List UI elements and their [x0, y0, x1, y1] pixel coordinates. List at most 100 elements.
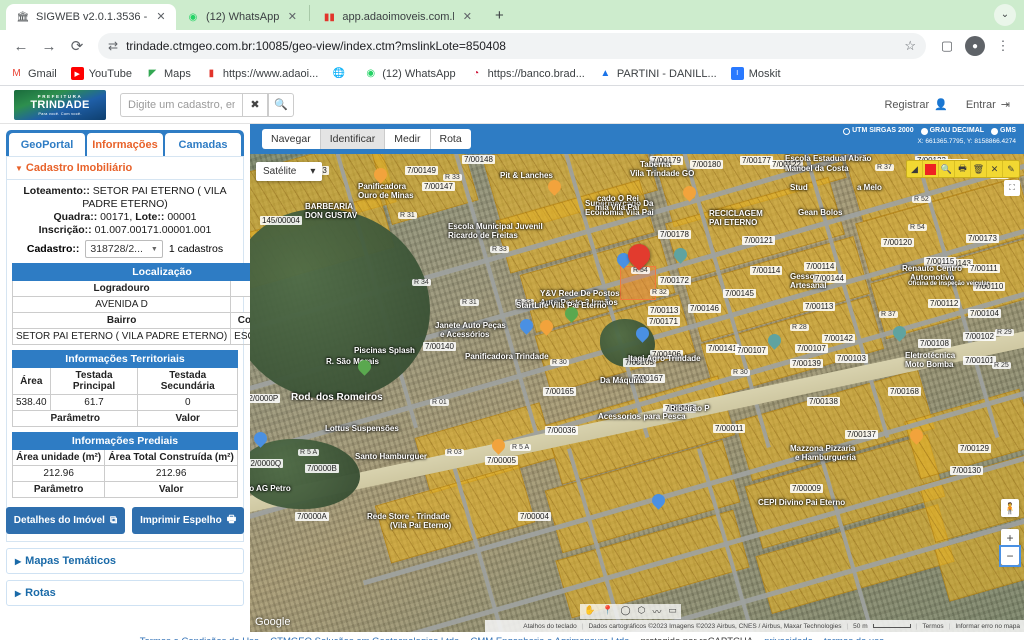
print-icon[interactable]: 🖶	[955, 161, 971, 177]
browser-tab-0[interactable]: 🏛 SIGWEB v2.0.1.3536 - Munic ✕	[6, 4, 176, 30]
poi-label: Y&V Rede De Postos	[540, 289, 620, 298]
polyline-icon[interactable]: 〰	[652, 605, 661, 618]
trash-icon[interactable]: 🗑	[971, 161, 987, 177]
profile-avatar[interactable]: ●	[962, 33, 988, 59]
poi-label: Rod. dos Romeiros	[291, 392, 383, 403]
poi-label: Ouro de Minas	[358, 191, 414, 200]
accordion-cadastro-imobiliario[interactable]: ▼ Cadastro Imobiliário	[6, 156, 244, 180]
cell-complemento: ESQ. C/ RUA 32	[230, 328, 250, 345]
marker-icon[interactable]: 📍	[602, 605, 613, 618]
detalhes-do-imovel-button[interactable]: Detalhes do Imóvel ⧉	[5, 507, 126, 534]
tool-navegar[interactable]: Navegar	[262, 129, 321, 149]
fullscreen-icon[interactable]: ⛶	[1004, 180, 1020, 196]
address-bar[interactable]: ⇄ trindade.ctmgeo.com.br:10085/geo-view/…	[98, 33, 926, 59]
col-numero: Nº	[230, 280, 250, 297]
zoom-icon[interactable]: 🔍	[939, 161, 955, 177]
radio-gms[interactable]: GMS	[991, 126, 1016, 136]
section-header: Informações Prediais	[12, 432, 238, 450]
button-label: Imprimir Espelho	[140, 515, 222, 526]
search-icon[interactable]: 🔍	[268, 92, 294, 117]
street-view-icon[interactable]: 🧍	[1001, 499, 1019, 517]
bookmark-partini[interactable]: ▲ PARTINI - DANILL...	[599, 67, 716, 80]
quadra-label: Quadra::	[53, 211, 98, 223]
parcel-label: 7/00102	[963, 332, 996, 341]
close-icon[interactable]: ✕	[285, 10, 299, 24]
tab-geoportal[interactable]: GeoPortal	[9, 133, 85, 156]
map-canvas[interactable]: 145/00003 145/00004 7/00148 7/00147 7/00…	[250, 154, 1024, 632]
polygon-icon[interactable]: ⬡	[638, 605, 646, 618]
tool-identificar[interactable]: Identificar	[320, 129, 386, 149]
new-tab-button[interactable]: +	[488, 5, 510, 27]
zoom-in-button[interactable]: +	[1001, 529, 1019, 547]
search-input[interactable]	[120, 92, 242, 117]
reload-icon[interactable]: ⟳	[64, 33, 90, 59]
parcel-label: 7/00005	[485, 456, 518, 465]
terms-link[interactable]: Termos	[922, 623, 943, 630]
bookmark-gmail[interactable]: M Gmail	[10, 67, 56, 80]
close-icon[interactable]: ✕	[987, 161, 1003, 177]
bookmark-label: https://banco.brad...	[487, 67, 585, 80]
bookmark-label: YouTube	[88, 67, 132, 80]
chevron-down-icon[interactable]: ⌄	[994, 4, 1016, 26]
tab-camadas[interactable]: Camadas	[165, 133, 241, 156]
radio-utm-sirgas[interactable]: UTM SIRGAS 2000	[843, 126, 914, 136]
back-icon[interactable]: ←	[8, 33, 34, 59]
footer-terms-link[interactable]: Termos e Condições de Uso	[140, 636, 259, 640]
cadastro-select[interactable]: 318728/2... ▼	[85, 240, 163, 258]
bookmark-adao[interactable]: ▮ https://www.adaoi...	[205, 67, 319, 80]
selected-location-marker[interactable]	[623, 239, 655, 271]
tool-rota[interactable]: Rota	[431, 129, 471, 149]
footer-cmm-link[interactable]: CMM Engenharia e Agrimensura Ltda	[471, 636, 630, 640]
bookmark-star-icon[interactable]: ☆	[904, 38, 916, 54]
draw-icon[interactable]: ✎	[1003, 161, 1019, 177]
chrome-menu-icon[interactable]: ⋮	[990, 33, 1016, 59]
footer-tos-link[interactable]: termos de uso	[824, 636, 884, 640]
col-area: Área	[12, 367, 51, 395]
bookmark-bradesco[interactable]: ◔ https://banco.brad...	[470, 67, 585, 80]
close-icon[interactable]: ✕	[460, 10, 474, 24]
color-swatch-icon[interactable]	[923, 161, 939, 177]
basemap-selector[interactable]: Satélite ▾	[256, 162, 323, 181]
cell-area: 538.40	[12, 394, 51, 411]
accordion-mapas-tematicos[interactable]: ▶ Mapas Temáticos	[6, 548, 244, 574]
login-link[interactable]: Entrar ⇥	[966, 98, 1010, 112]
imprimir-espelho-button[interactable]: Imprimir Espelho 🖶	[132, 507, 245, 534]
accordion-rotas[interactable]: ▶ Rotas	[6, 580, 244, 606]
report-error-link[interactable]: Informar erro no mapa	[955, 623, 1020, 630]
poi-label: Da Máquina	[600, 376, 645, 385]
printer-icon: 🖶	[226, 514, 237, 525]
sidepanel-icon[interactable]: ▢	[934, 33, 960, 59]
bookmark-maps[interactable]: ◤ Maps	[146, 67, 191, 80]
bookmark-whatsapp[interactable]: ◉ (12) WhatsApp	[364, 67, 455, 80]
bookmark-moskit[interactable]: I Moskit	[730, 67, 781, 80]
tune-icon[interactable]: ⇄	[108, 39, 118, 53]
footer-ctmgeo-link[interactable]: CTMGEO Soluções em Geotecnologias Ltda	[270, 636, 459, 640]
cell-testada-principal: 61.7	[49, 394, 139, 411]
prefeitura-trindade-logo[interactable]: PREFEITURA TRINDADE Para você. Com você.	[14, 89, 106, 120]
street-shield: R 32	[650, 289, 669, 296]
bookmark-globe[interactable]: 🌐	[332, 67, 350, 80]
pan-icon[interactable]: ✋	[584, 605, 595, 618]
forward-icon[interactable]: →	[36, 33, 62, 59]
parcel-label: 7/00103	[835, 354, 868, 363]
tool-medir[interactable]: Medir	[385, 129, 431, 149]
circle-icon[interactable]: ◯	[620, 605, 630, 618]
bookmark-youtube[interactable]: ▶ YouTube	[70, 67, 132, 80]
whatsapp-icon: ◉	[366, 68, 376, 79]
footer-privacy-link[interactable]: privacidade	[764, 636, 813, 640]
register-link[interactable]: Registrar 👤	[884, 98, 947, 112]
street-shield: R 34	[412, 279, 431, 286]
parcel-label: 7/00146	[688, 304, 721, 313]
close-icon[interactable]: ✕	[154, 10, 168, 24]
rectangle-icon[interactable]: ▭	[668, 605, 677, 618]
action-buttons: Detalhes do Imóvel ⧉ Imprimir Espelho 🖶	[5, 507, 245, 534]
map-area[interactable]: Navegar Identificar Medir Rota UTM SIRGA…	[250, 124, 1024, 632]
clear-search-button[interactable]: ✖	[242, 92, 268, 117]
tab-informacoes[interactable]: Informações	[87, 133, 163, 156]
browser-tab-2[interactable]: ▮▮ app.adaoimoveis.com.br/meu ✕	[312, 4, 482, 30]
browser-tab-1[interactable]: ◉ (12) WhatsApp ✕	[176, 4, 307, 30]
chart-icon[interactable]: ◢	[907, 161, 923, 177]
radio-grau-decimal[interactable]: GRAU DECIMAL	[920, 126, 984, 136]
keyboard-shortcuts-link[interactable]: Atalhos do teclado	[523, 623, 576, 630]
zoom-out-button[interactable]: −	[999, 545, 1021, 567]
